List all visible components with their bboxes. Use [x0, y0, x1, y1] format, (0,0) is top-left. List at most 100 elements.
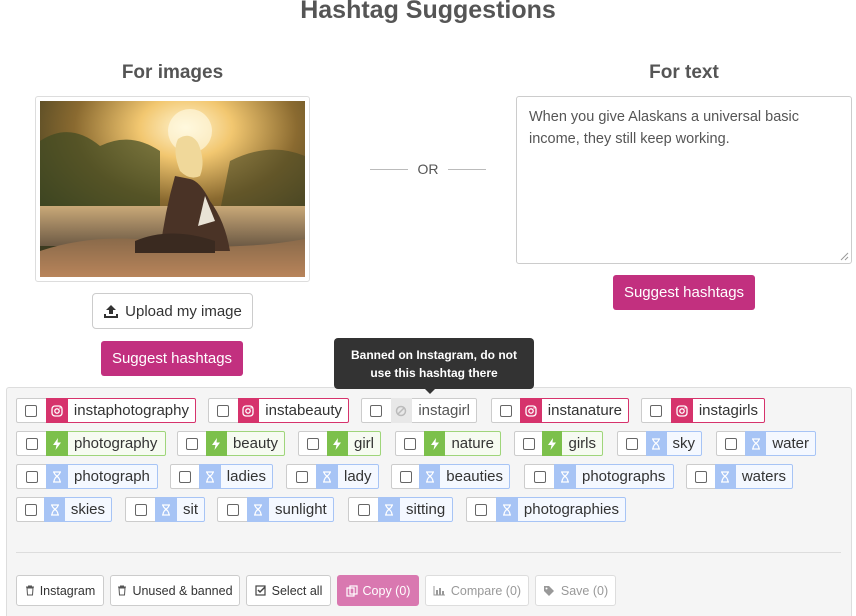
- hashtag-label: instanature: [541, 398, 629, 423]
- resize-grip-icon[interactable]: [840, 252, 849, 261]
- save-button[interactable]: Save (0): [535, 575, 616, 606]
- suggest-hashtags-text-button[interactable]: Suggest hashtags: [613, 275, 755, 310]
- hashtag-checkbox[interactable]: [650, 404, 663, 417]
- hashtag-label: beauties: [440, 464, 510, 489]
- hashtag-checkbox[interactable]: [185, 437, 198, 450]
- hashtag-label: instaphotography: [67, 398, 196, 423]
- hashtag-checkbox[interactable]: [306, 437, 319, 450]
- bolt-icon: [424, 431, 446, 456]
- copy-button[interactable]: Copy (0): [337, 575, 419, 606]
- upload-image-button[interactable]: Upload my image: [92, 293, 253, 329]
- hashtag-checkbox-wrap: [617, 431, 646, 456]
- hashtag-chip[interactable]: photographs: [524, 464, 674, 489]
- hashtag-checkbox[interactable]: [25, 470, 38, 483]
- hourglass-icon: [419, 464, 441, 489]
- hashtag-chip[interactable]: instagirl: [361, 398, 477, 423]
- hashtag-checkbox[interactable]: [399, 470, 412, 483]
- hashtag-label: lady: [338, 464, 379, 489]
- hashtag-chip[interactable]: nature: [395, 431, 501, 456]
- hashtag-chip[interactable]: skies: [16, 497, 112, 522]
- filter-instagram-label: Instagram: [39, 583, 96, 598]
- hashtag-chip[interactable]: instaphotography: [16, 398, 196, 423]
- hashtag-checkbox[interactable]: [404, 437, 417, 450]
- hashtag-label: sitting: [400, 497, 453, 522]
- hashtag-chip[interactable]: ladies: [170, 464, 273, 489]
- hashtag-label: water: [766, 431, 816, 456]
- hashtag-chip[interactable]: instabeauty: [208, 398, 349, 423]
- hashtag-label: waters: [735, 464, 793, 489]
- hashtag-chip[interactable]: instanature: [491, 398, 629, 423]
- hashtag-checkbox-wrap: [125, 497, 155, 522]
- hashtag-checkbox[interactable]: [625, 437, 638, 450]
- hashtag-label: nature: [445, 431, 501, 456]
- hashtag-checkbox-wrap: [286, 464, 316, 489]
- trash-icon: [25, 585, 34, 596]
- hashtag-chip[interactable]: beauties: [391, 464, 510, 489]
- hashtag-checkbox[interactable]: [533, 470, 546, 483]
- hourglass-icon: [155, 497, 177, 522]
- hashtag-checkbox[interactable]: [694, 470, 707, 483]
- hashtag-chip[interactable]: girl: [298, 431, 381, 456]
- hashtag-checkbox[interactable]: [24, 503, 37, 516]
- hashtag-checkbox[interactable]: [725, 437, 738, 450]
- hashtag-chip[interactable]: waters: [686, 464, 793, 489]
- banned-tooltip: Banned on Instagram, do not use this has…: [334, 338, 534, 389]
- hashtag-checkbox[interactable]: [25, 437, 38, 450]
- instagram-icon: [45, 398, 68, 423]
- save-label: Save (0): [560, 583, 609, 598]
- hashtag-chip[interactable]: sitting: [348, 497, 453, 522]
- hashtag-checkbox-wrap: [686, 464, 715, 489]
- hashtag-label: photographs: [576, 464, 674, 489]
- hashtag-label: skies: [64, 497, 112, 522]
- hashtag-checkbox[interactable]: [179, 470, 192, 483]
- compare-button[interactable]: Compare (0): [425, 575, 529, 606]
- hashtag-checkbox-wrap: [16, 497, 45, 522]
- hashtag-checkbox-wrap: [348, 497, 378, 522]
- hashtag-checkbox[interactable]: [134, 503, 147, 516]
- instagram-icon: [520, 398, 542, 423]
- filter-unused-banned-button[interactable]: Unused & banned: [110, 575, 240, 606]
- text-input-value: When you give Alaskans a universal basic…: [529, 109, 800, 147]
- banned-tooltip-text: Banned on Instagram, do not use this has…: [350, 348, 517, 380]
- upload-icon: [104, 304, 119, 318]
- select-all-button[interactable]: Select all: [246, 575, 331, 606]
- hashtag-chip[interactable]: girls: [514, 431, 603, 456]
- hashtag-label: photography: [68, 431, 166, 456]
- hourglass-icon: [44, 497, 65, 522]
- hashtag-chip[interactable]: photograph: [16, 464, 158, 489]
- suggest-hashtags-text-label: Suggest hashtags: [623, 284, 745, 301]
- hashtag-checkbox[interactable]: [25, 404, 38, 417]
- hashtag-chip[interactable]: sunlight: [217, 497, 334, 522]
- hashtag-checkbox[interactable]: [522, 437, 535, 450]
- filter-instagram-button[interactable]: Instagram: [16, 575, 104, 606]
- hourglass-icon: [495, 497, 518, 522]
- bolt-icon: [46, 431, 68, 456]
- hashtag-chip[interactable]: photographies: [466, 497, 626, 522]
- panel-divider: [16, 552, 841, 553]
- or-separator: OR: [370, 160, 486, 180]
- hashtag-checkbox[interactable]: [475, 503, 488, 516]
- hashtag-checkbox[interactable]: [357, 503, 370, 516]
- hashtag-checkbox[interactable]: [226, 503, 239, 516]
- text-input[interactable]: When you give Alaskans a universal basic…: [516, 96, 852, 264]
- hashtag-chip[interactable]: water: [716, 431, 816, 456]
- instagram-icon: [237, 398, 260, 423]
- suggest-hashtags-image-button[interactable]: Suggest hashtags: [101, 341, 243, 376]
- hashtag-chip[interactable]: lady: [286, 464, 379, 489]
- hashtag-checkbox-wrap: [170, 464, 200, 489]
- copy-icon: [345, 584, 358, 597]
- hourglass-icon: [316, 464, 338, 489]
- hashtag-checkbox[interactable]: [217, 404, 230, 417]
- hashtag-checkbox-wrap: [217, 497, 247, 522]
- hashtag-checkbox[interactable]: [500, 404, 513, 417]
- hashtag-label: beauty: [226, 431, 285, 456]
- hashtag-chip[interactable]: beauty: [177, 431, 285, 456]
- hashtag-checkbox[interactable]: [295, 470, 308, 483]
- hashtag-chip[interactable]: sky: [617, 431, 702, 456]
- hashtag-chip[interactable]: instagirls: [641, 398, 765, 423]
- hashtag-chip[interactable]: sit: [125, 497, 205, 522]
- hashtag-checkbox-wrap: [466, 497, 496, 522]
- hashtag-checkbox-wrap: [491, 398, 521, 423]
- hashtag-chip[interactable]: photography: [16, 431, 166, 456]
- hashtag-checkbox[interactable]: [370, 404, 383, 417]
